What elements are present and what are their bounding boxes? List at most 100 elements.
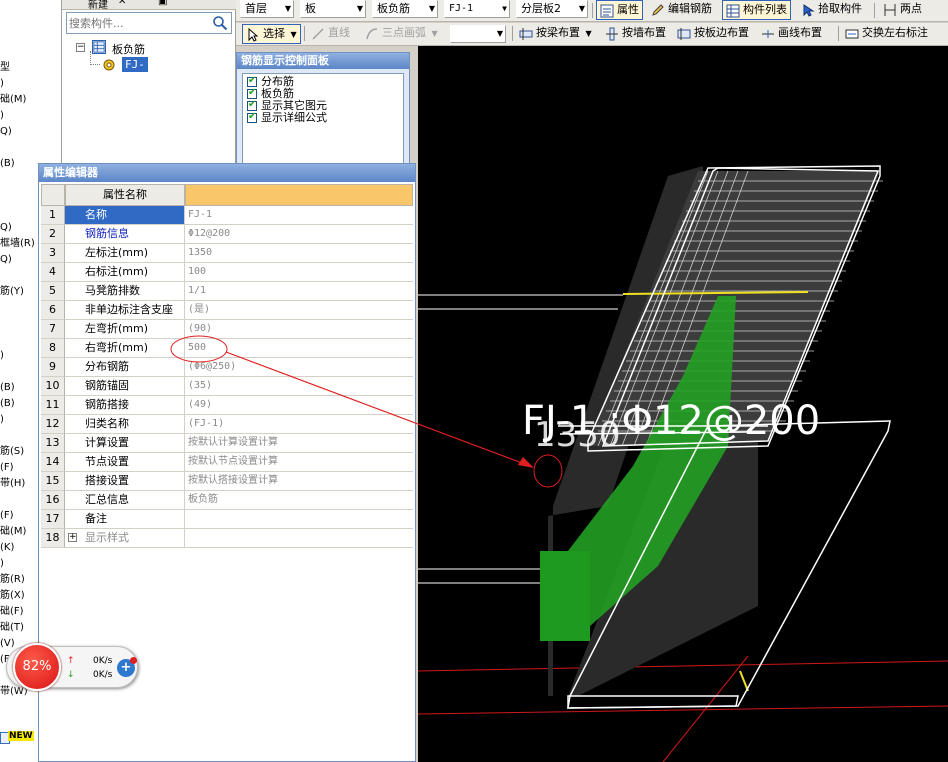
- sidebar-item[interactable]: 础(M): [0, 94, 26, 106]
- checkbox[interactable]: ✔: [247, 87, 257, 99]
- sidebar-item[interactable]: Q): [0, 254, 12, 266]
- property-value[interactable]: (Φ6@250): [185, 358, 413, 377]
- property-value[interactable]: 1350: [185, 244, 413, 263]
- property-value[interactable]: 100: [185, 263, 413, 282]
- property-row[interactable]: 8 右弯折(mm) 500: [41, 339, 413, 358]
- select-button[interactable]: 选择 ▼: [242, 24, 301, 44]
- sidebar-item[interactable]: Q): [0, 126, 12, 138]
- property-value[interactable]: 按默认节点设置计算: [185, 453, 413, 472]
- sidebar-item[interactable]: ): [0, 414, 4, 426]
- property-value[interactable]: [185, 529, 413, 548]
- arc-button[interactable]: 三点画弧 ▼: [362, 24, 441, 44]
- property-value[interactable]: 1/1: [185, 282, 413, 301]
- line-button[interactable]: 直线: [308, 24, 353, 44]
- property-row[interactable]: 4 右标注(mm) 100: [41, 263, 413, 282]
- property-row[interactable]: 3 左标注(mm) 1350: [41, 244, 413, 263]
- property-row[interactable]: 1 名称 FJ-1: [41, 206, 413, 225]
- property-value[interactable]: 按默认计算设置计算: [185, 434, 413, 453]
- property-row[interactable]: 11 钢筋搭接 (49): [41, 396, 413, 415]
- sidebar-item[interactable]: 型: [0, 62, 10, 74]
- sidebar-item[interactable]: (B): [0, 398, 15, 410]
- sidebar-item[interactable]: (B): [0, 382, 15, 394]
- layer-select[interactable]: 分层板2 ▼: [516, 0, 588, 18]
- 3d-viewport[interactable]: FJ-1 :Φ12@200 1350: [418, 46, 948, 762]
- property-row[interactable]: 16 汇总信息 板负筋: [41, 491, 413, 510]
- category-select[interactable]: 板 ▼: [300, 0, 366, 18]
- delete-button[interactable]: ✕: [118, 0, 126, 7]
- property-value[interactable]: (90): [185, 320, 413, 339]
- sidebar-item[interactable]: ): [0, 110, 4, 122]
- sidebar-item[interactable]: (F): [0, 510, 14, 522]
- property-row[interactable]: 6 非单边标注含支座 (是): [41, 301, 413, 320]
- pick-component-button[interactable]: 拾取构件: [798, 0, 865, 20]
- sidebar-item[interactable]: 筋(X): [0, 590, 25, 602]
- cpu-usage-indicator[interactable]: 82%: [13, 643, 61, 691]
- search-input[interactable]: [69, 15, 207, 31]
- sidebar-item[interactable]: Q): [0, 222, 12, 234]
- sidebar-item[interactable]: (F): [0, 462, 14, 474]
- pick-component-button-label: 拾取构件: [818, 2, 862, 15]
- property-value[interactable]: (是): [185, 301, 413, 320]
- sidebar-item[interactable]: 框墙(R): [0, 238, 35, 250]
- property-value[interactable]: (35): [185, 377, 413, 396]
- sidebar-item[interactable]: (K): [0, 542, 14, 554]
- edit-rebar-button[interactable]: 编辑钢筋: [648, 0, 715, 20]
- draw-line-layout-button[interactable]: 画线布置: [758, 24, 825, 44]
- property-row[interactable]: 17 备注: [41, 510, 413, 529]
- wall-layout-button[interactable]: 按墙布置: [602, 24, 669, 44]
- sidebar-item[interactable]: ): [0, 78, 4, 90]
- property-row[interactable]: 7 左弯折(mm) (90): [41, 320, 413, 339]
- sidebar-item[interactable]: ): [0, 558, 4, 570]
- floor-select[interactable]: 首层 ▼: [240, 0, 294, 18]
- property-row[interactable]: 5 马凳筋排数 1/1: [41, 282, 413, 301]
- two-points-button-label: 两点: [900, 2, 922, 15]
- checkbox[interactable]: ✔: [247, 99, 257, 111]
- component-list-button[interactable]: 构件列表: [722, 0, 791, 20]
- sidebar-item[interactable]: (B): [0, 158, 15, 170]
- accelerate-button[interactable]: +: [117, 657, 137, 677]
- new-button[interactable]: 新建: [88, 0, 108, 9]
- property-row[interactable]: 14 节点设置 按默认节点设置计算: [41, 453, 413, 472]
- property-value[interactable]: 500: [185, 339, 413, 358]
- sidebar-item[interactable]: 础(F): [0, 606, 24, 618]
- property-value[interactable]: (FJ-1): [185, 415, 413, 434]
- rebar-label-overlap[interactable]: 1350: [534, 415, 621, 455]
- slab-edge-layout-button[interactable]: 按板边布置: [674, 24, 752, 44]
- property-value[interactable]: FJ-1: [185, 206, 413, 225]
- property-row[interactable]: 10 钢筋锚固 (35): [41, 377, 413, 396]
- beam-layout-button[interactable]: 按梁布置 ▼: [516, 24, 595, 44]
- checkbox[interactable]: ✔: [247, 75, 257, 87]
- property-row[interactable]: 18 + 显示样式: [41, 529, 413, 548]
- sidebar-item[interactable]: (V): [0, 638, 15, 650]
- network-monitor-widget[interactable]: 82% ↑ ↓ 0K/s 0K/s +: [6, 643, 138, 691]
- arc-mode-select[interactable]: ▼: [450, 25, 506, 43]
- sidebar-item[interactable]: 筋(R): [0, 574, 25, 586]
- property-value[interactable]: 板负筋: [185, 491, 413, 510]
- sidebar-item[interactable]: 础(T): [0, 622, 24, 634]
- two-points-button[interactable]: 两点: [880, 0, 925, 20]
- property-row[interactable]: 12 归类名称 (FJ-1): [41, 415, 413, 434]
- property-row[interactable]: 13 计算设置 按默认计算设置计算: [41, 434, 413, 453]
- search-icon[interactable]: [212, 15, 228, 31]
- sidebar-item[interactable]: 带(H): [0, 478, 25, 490]
- sidebar-item[interactable]: 础(M): [0, 526, 26, 538]
- swap-labels-button[interactable]: 交换左右标注: [842, 24, 931, 44]
- new-badge[interactable]: NEW: [0, 728, 34, 748]
- sidebar-item[interactable]: 筋(S): [0, 446, 24, 458]
- expand-icon[interactable]: +: [68, 533, 77, 542]
- checkbox[interactable]: ✔: [247, 111, 257, 123]
- sidebar-item[interactable]: ): [0, 350, 4, 362]
- property-value[interactable]: 按默认搭接设置计算: [185, 472, 413, 491]
- property-row[interactable]: 2 钢筋信息 Φ12@200: [41, 225, 413, 244]
- property-button[interactable]: 属性: [596, 0, 643, 20]
- copy-button[interactable]: ▣: [158, 0, 167, 7]
- property-row[interactable]: 15 搭接设置 按默认搭接设置计算: [41, 472, 413, 491]
- property-value[interactable]: [185, 510, 413, 529]
- property-row[interactable]: 9 分布钢筋 (Φ6@250): [41, 358, 413, 377]
- component-type-select[interactable]: 板负筋 ▼: [372, 0, 438, 18]
- sidebar-item[interactable]: 筋(Y): [0, 286, 24, 298]
- property-value[interactable]: Φ12@200: [185, 225, 413, 244]
- collapse-icon[interactable]: −: [76, 43, 85, 52]
- property-value[interactable]: (49): [185, 396, 413, 415]
- component-select[interactable]: FJ-1 ▼: [444, 0, 510, 18]
